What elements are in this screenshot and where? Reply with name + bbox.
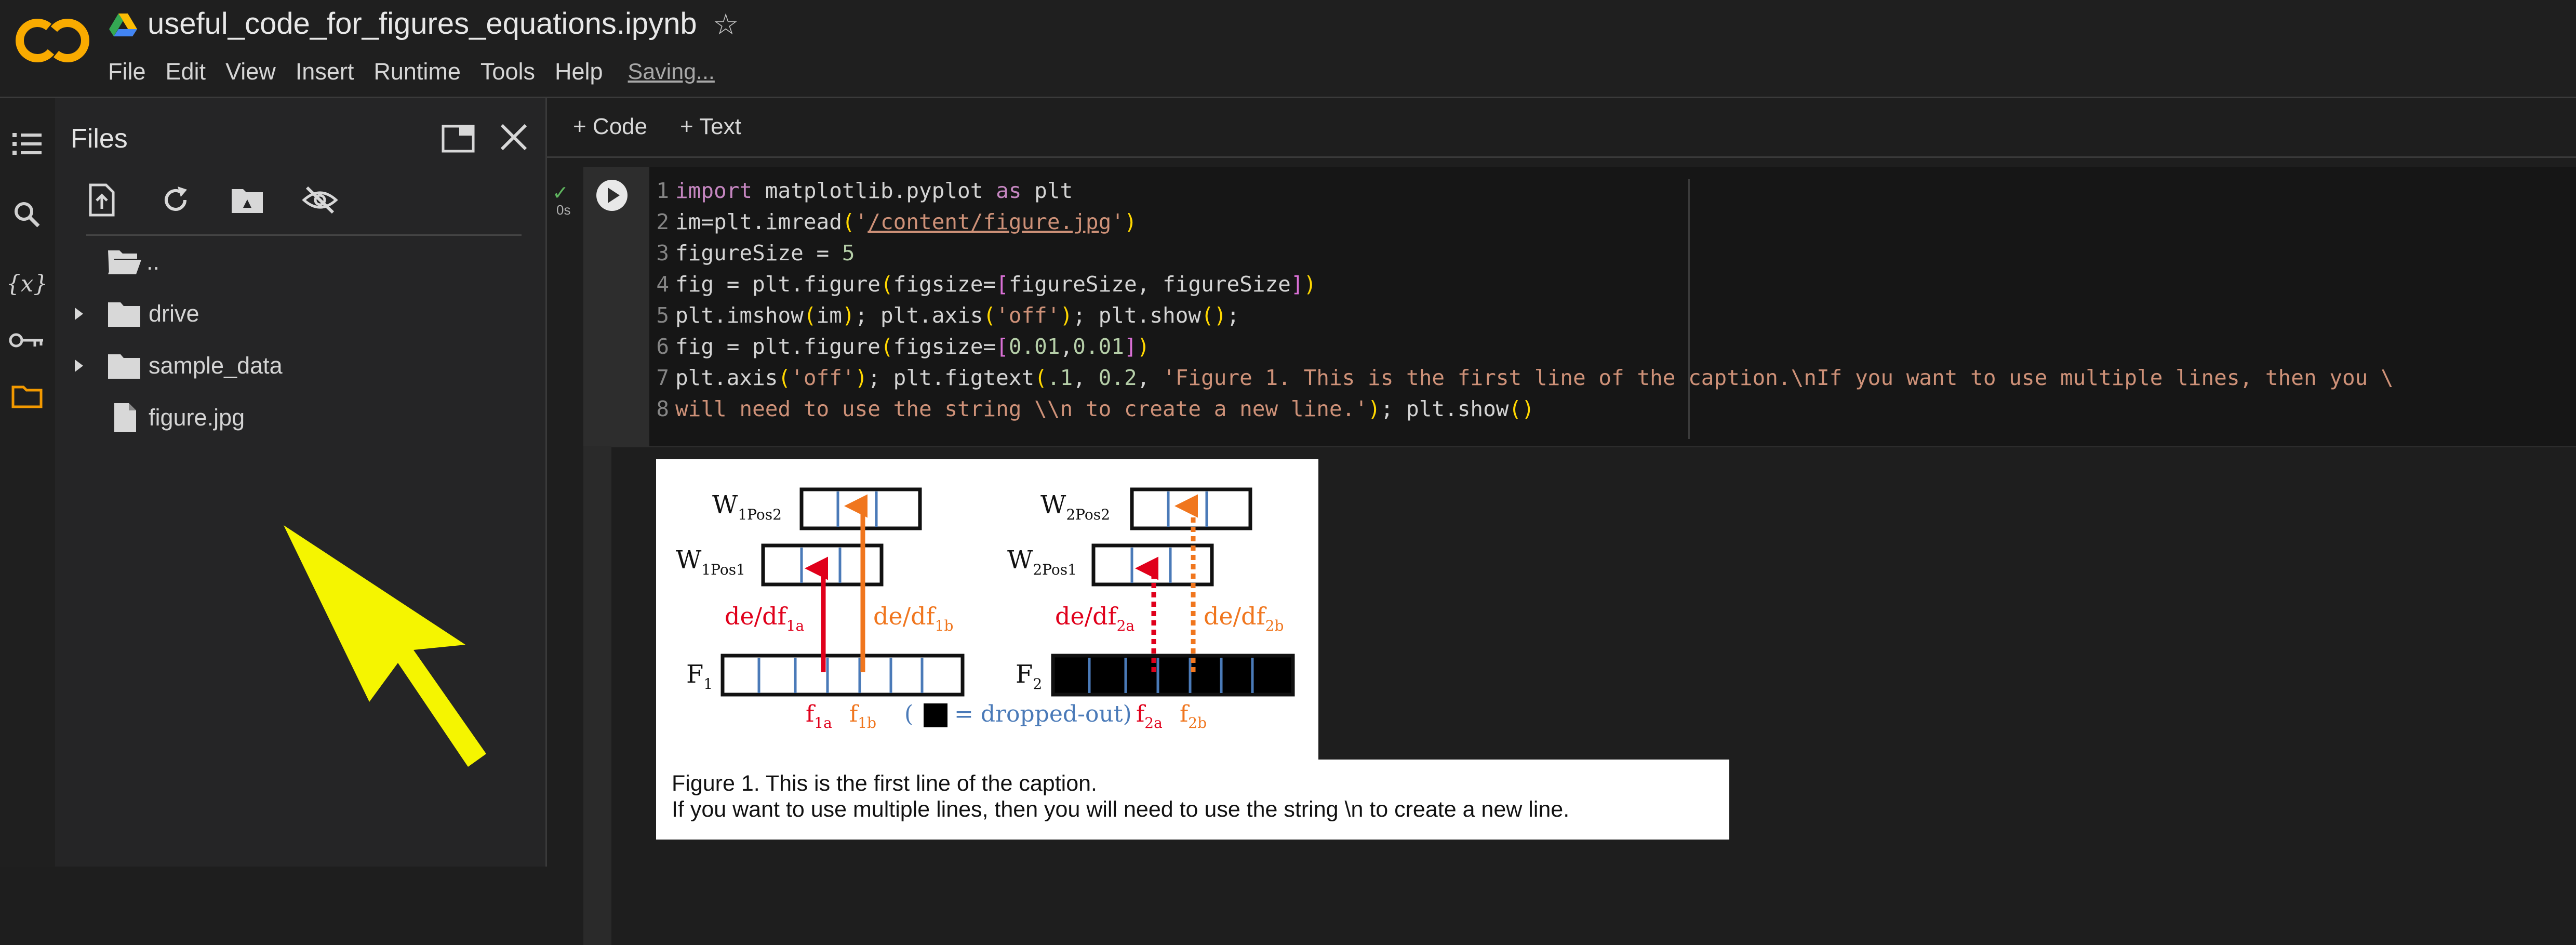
- refresh-icon[interactable]: [155, 179, 196, 221]
- fig-w2pos2-label: W: [1040, 490, 1066, 520]
- svg-text:F2: F2: [1016, 660, 1042, 693]
- code-line: 5 plt.imshow(im); plt.axis('off'); plt.sh…: [656, 303, 1240, 328]
- tree-item-label: sample_data: [149, 352, 283, 379]
- svg-text:{x}: {x}: [7, 271, 47, 297]
- fig-f1-label: F: [686, 660, 703, 689]
- svg-text:de/df2b: de/df2b: [1204, 602, 1284, 634]
- table-of-contents-icon[interactable]: [7, 124, 47, 164]
- fig-w1pos2-label: W: [712, 490, 738, 520]
- code-line: 4 fig = plt.figure(figsize=[figureSize, f…: [656, 272, 1317, 297]
- notebook-toolbar: + Code + Text: [547, 98, 2576, 158]
- variables-icon[interactable]: {x}: [7, 264, 47, 304]
- svg-text:W1Pos2: W1Pos2: [712, 490, 782, 523]
- checkmark-icon: ✓: [552, 182, 569, 204]
- fig-legend-open: (: [904, 701, 913, 727]
- fig-legend-swatch: [924, 703, 947, 727]
- menu-bar: File Edit View Insert Runtime Tools Help…: [108, 55, 715, 88]
- secrets-key-icon[interactable]: [7, 321, 47, 360]
- line-length-ruler: [1688, 179, 1690, 439]
- files-panel: Files .. drive sample_data figure.jpg: [55, 98, 547, 867]
- caption-line-2: If you want to use multiple lines, then …: [672, 797, 1570, 822]
- svg-text:de/df2a: de/df2a: [1055, 602, 1134, 634]
- caption-line-1: Figure 1. This is the first line of the …: [672, 771, 1097, 796]
- folder-icon: [108, 354, 140, 379]
- svg-text:f1a: f1a: [806, 701, 832, 731]
- svg-text:de/df1a: de/df1a: [725, 602, 804, 634]
- output-figure: W1Pos2 W1Pos1 F1 de/df1a de/df1b f1a f1b…: [656, 459, 1318, 760]
- menu-runtime[interactable]: Runtime: [373, 58, 461, 85]
- close-icon[interactable]: [496, 119, 532, 155]
- tree-item-figure-jpg[interactable]: figure.jpg: [55, 394, 545, 441]
- panel-title: Files: [71, 124, 128, 154]
- tree-item-drive[interactable]: drive: [55, 290, 545, 337]
- svg-text:f1b: f1b: [849, 701, 876, 731]
- fig-f2-label: F: [1016, 660, 1033, 689]
- tree-item-sample-data[interactable]: sample_data: [55, 342, 545, 389]
- file-icon: [114, 403, 136, 432]
- svg-text:f2b: f2b: [1180, 701, 1207, 731]
- divider: [86, 234, 522, 236]
- folder-open-icon: [108, 250, 141, 274]
- tree-item-label: ..: [146, 248, 160, 275]
- code-line: 8 will need to use the string \\n to crea…: [656, 396, 1534, 421]
- star-icon[interactable]: ☆: [713, 7, 739, 42]
- mount-drive-icon[interactable]: [226, 179, 268, 221]
- colab-logo[interactable]: [14, 15, 91, 66]
- fig-de-df2a: de/df: [1055, 602, 1118, 630]
- google-drive-icon: [109, 14, 137, 36]
- code-line: 1 import matplotlib.pyplot as plt: [656, 178, 1073, 203]
- files-folder-icon[interactable]: [7, 376, 47, 416]
- fig-w2pos1-label: W: [1007, 545, 1033, 575]
- menu-edit[interactable]: Edit: [166, 58, 206, 85]
- chevron-right-icon[interactable]: [71, 303, 86, 324]
- code-line: 3 figureSize = 5: [656, 241, 855, 265]
- menu-help[interactable]: Help: [555, 58, 603, 85]
- fig-de-df1a: de/df: [725, 602, 788, 630]
- yellow-arrow-annotation: [284, 525, 486, 767]
- svg-text:W2Pos2: W2Pos2: [1040, 490, 1110, 523]
- code-line: 2 im=plt.imread('/content/figure.jpg'): [656, 209, 1137, 234]
- open-in-tab-icon[interactable]: [441, 122, 477, 155]
- fig-legend-text: = dropped-out): [954, 701, 1132, 727]
- fig-w1pos1-label: W: [676, 545, 702, 575]
- add-text-button[interactable]: + Text: [680, 114, 741, 140]
- menu-view[interactable]: View: [225, 58, 276, 85]
- fig-de-df1b: de/df: [873, 602, 937, 630]
- code-line: 7 plt.axis('off'); plt.figtext(.1, 0.2, '…: [656, 365, 2394, 390]
- code-editor[interactable]: 1 import matplotlib.pyplot as plt 2 im=plt…: [649, 167, 2576, 446]
- save-status[interactable]: Saving...: [628, 59, 715, 85]
- chevron-right-icon[interactable]: [71, 355, 86, 376]
- svg-text:W2Pos1: W2Pos1: [1007, 545, 1077, 578]
- tree-item-parent[interactable]: ..: [55, 238, 545, 285]
- svg-text:F1: F1: [686, 660, 713, 693]
- code-line: 6 fig = plt.figure(figsize=[0.01,0.01]): [656, 334, 1150, 359]
- output-gutter: [583, 446, 611, 945]
- upload-icon[interactable]: [81, 179, 123, 221]
- run-cell-button[interactable]: [594, 177, 630, 214]
- output-caption: Figure 1. This is the first line of the …: [656, 760, 1729, 840]
- search-icon[interactable]: [7, 195, 47, 234]
- menu-insert[interactable]: Insert: [296, 58, 354, 85]
- svg-text:de/df1b: de/df1b: [873, 602, 953, 634]
- folder-icon: [108, 302, 140, 327]
- svg-text:W1Pos1: W1Pos1: [676, 545, 745, 578]
- top-header: useful_code_for_figures_equations.ipynb …: [0, 0, 2576, 98]
- left-rail: {x}: [0, 98, 55, 867]
- menu-file[interactable]: File: [108, 58, 146, 85]
- notebook-title[interactable]: useful_code_for_figures_equations.ipynb: [148, 6, 697, 41]
- tree-item-label: figure.jpg: [149, 404, 245, 431]
- hide-files-eye-icon[interactable]: [299, 179, 341, 221]
- add-code-button[interactable]: + Code: [573, 114, 647, 140]
- menu-tools[interactable]: Tools: [481, 58, 535, 85]
- tree-item-label: drive: [149, 300, 199, 327]
- execution-time: 0s: [556, 202, 571, 218]
- fig-de-df2b: de/df: [1204, 602, 1267, 630]
- svg-text:f2a: f2a: [1136, 701, 1163, 731]
